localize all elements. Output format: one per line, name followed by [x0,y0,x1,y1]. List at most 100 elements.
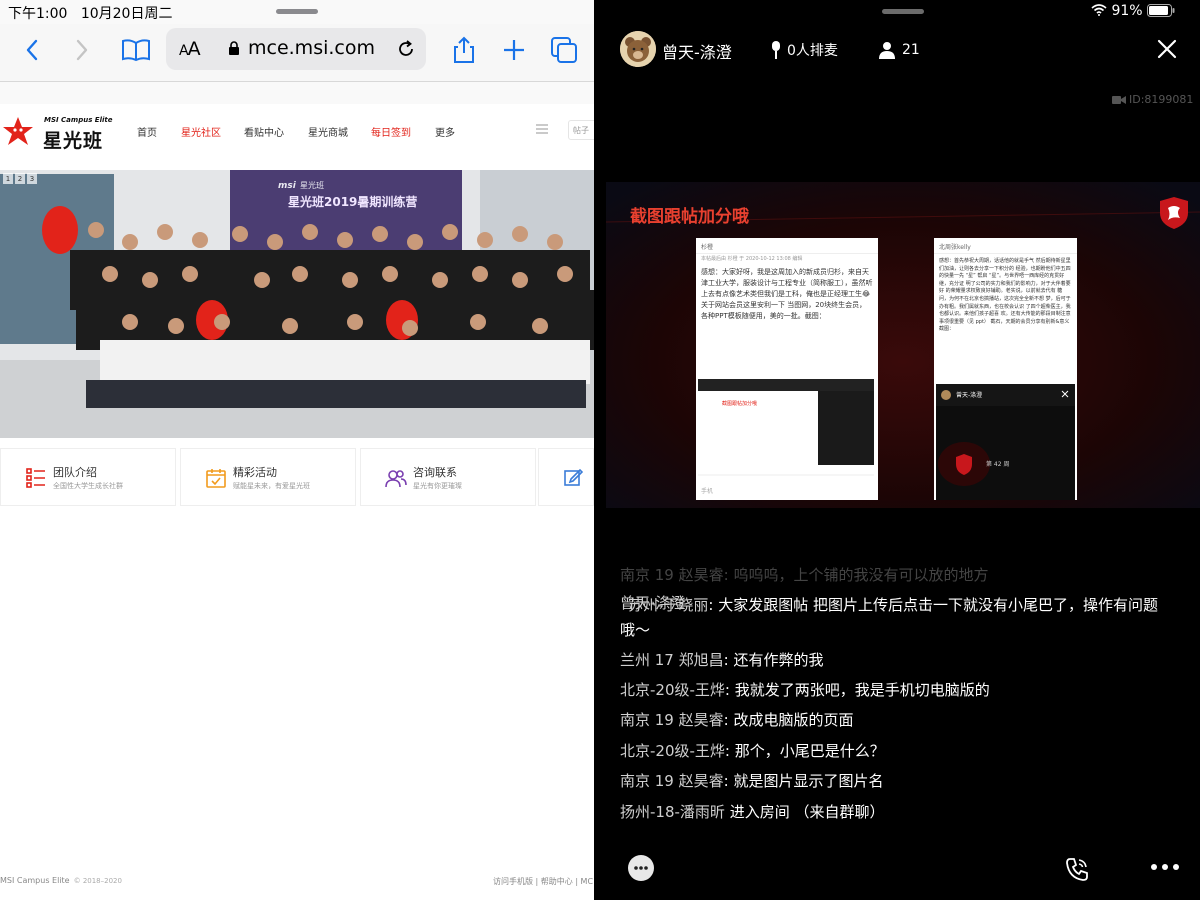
forward-button[interactable] [66,34,98,66]
chat-message: 南京 19 赵昊睿: 就是图片显示了图片名 [620,766,883,796]
safari-pane: 下午1:00 10月20日周二 AA mce.msi.com MSI Campu… [0,0,594,900]
nav-daily-checkin[interactable]: 每日签到 [371,124,411,139]
chat-user[interactable]: 苏州-于晓丽 [628,596,708,614]
footer-brand: MSI Campus Elite © 2018–2020 [0,876,122,885]
nav-more[interactable]: 更多 [435,124,455,139]
chat-sep: : [724,681,735,699]
carousel-dot-3[interactable]: 3 [27,173,37,184]
chat-user[interactable]: 北京-20级-王烨 [620,742,725,760]
site-header: MSI Campus Elite 星光班 首页 星光社区 看贴中心 星光商城 每… [0,104,594,156]
shot1-header: 杉橙 [696,238,878,254]
person-icon [879,42,895,59]
shot2-author: 北周张kelly [939,244,971,251]
feature-cards: 团队介绍 全国性大学生成长社群 精彩活动 赋能星未来，有爱星光班 咨询联系 星光… [0,448,594,506]
banner-brand-text: msi [278,181,297,191]
shared-slide-title: 截图跟帖加分哦 [630,207,749,227]
lock-icon [229,41,239,55]
chat-sep: : [723,711,734,729]
reload-icon[interactable] [396,39,416,59]
battery-icon [1147,4,1175,17]
book-icon [122,39,150,62]
chat-system-message: 扬州-18-潘雨昕 进入房间 （来自群聊） [620,797,884,827]
chat-message: 苏州-于晓丽: 大家发跟图帖 把图片上传后点击一下就没有小尾巴了，操作有问题 [628,590,1158,620]
chat-text: 那个，小尾巴是什么？ [734,742,885,760]
new-tab-button[interactable] [498,34,530,66]
phone-call-icon[interactable] [1064,856,1090,882]
nav-community[interactable]: 星光社区 [181,124,221,139]
feature-edit[interactable] [538,448,594,506]
bookmarks-button[interactable] [120,34,152,66]
online-users-button[interactable]: 21 [878,40,920,60]
shot2-inner-week: 第 42 周 [986,460,1009,468]
multitask-grabber[interactable] [882,9,924,14]
nav-mall[interactable]: 星光商城 [308,124,348,139]
star-mascot-icon [3,117,33,145]
address-bar[interactable]: AA mce.msi.com [166,28,426,70]
feature-title: 团队介绍 [53,466,97,479]
carousel-dot-2[interactable]: 2 [15,173,25,184]
chat-user[interactable]: 南京 19 赵昊睿 [620,772,724,790]
post-button[interactable]: 帖子 [568,120,594,140]
close-icon[interactable] [1156,38,1178,60]
chat-text: 大家发跟图帖 把图片上传后点击一下就没有小尾巴了，操作有问题 [718,596,1159,614]
room-header: 曾天-涤澄 0人排麦 21 [594,28,1200,72]
host-avatar[interactable] [620,31,656,67]
chat-button[interactable] [628,855,654,881]
list-view-icon[interactable] [536,124,548,134]
carousel-dot-1[interactable]: 1 [3,173,13,184]
feature-subtitle: 赋能星未来，有爱星光班 [233,482,310,490]
chat-message: 南京 19 赵昊睿: 改成电脑版的页面 [620,705,853,735]
footer-copyright: © 2018–2020 [73,877,122,885]
share-button[interactable] [448,34,480,66]
chat-user[interactable]: 扬州-18-潘雨昕 [620,803,725,821]
group-photo: msi 星光班 星光班2019暑期训练营 [0,170,594,438]
room-bottom-bar [594,850,1200,890]
mic-queue-button[interactable]: 0人排麦 [770,40,838,60]
feature-team-intro[interactable]: 团队介绍 全国性大学生成长社群 [0,448,176,506]
back-button[interactable] [16,34,48,66]
tabs-overview-button[interactable] [548,34,580,66]
tabs-icon [551,37,577,63]
logo-chinese-text: 星光班 [43,130,104,152]
status-time: 下午1:00 10月20日周二 [8,3,172,23]
host-name[interactable]: 曾天-涤澄 [662,39,732,63]
bear-avatar-icon [620,31,656,67]
chat-sep: : [723,651,734,669]
nav-home[interactable]: 首页 [137,124,157,139]
people-icon [385,470,407,488]
feature-activities[interactable]: 精彩活动 赋能星未来，有爱星光班 [180,448,356,506]
site-logo[interactable]: MSI Campus Elite 星光班 [2,114,122,152]
chat-user[interactable]: 南京 19 赵昊睿 [620,711,724,729]
date-text: 10月20日周二 [80,6,173,22]
plus-icon [504,40,524,60]
text-size-button[interactable]: AA [179,38,201,60]
shot2-body: 感想：首先恭祝大周期，话话他的就是手气 然后期待新星里们加油，让则各去分享一下积… [939,258,1071,333]
share-icon [454,36,474,63]
shared-screen[interactable]: 截图跟帖加分哦 杉橙 本帖最后由 杉橙 于 2020-10-12 13:08 编… [606,182,1200,508]
room-id-text: ID:8199081 [1129,93,1194,106]
feature-contact[interactable]: 咨询联系 星光有你更璀璨 [360,448,536,506]
shot1-footer: 手机 [701,488,714,495]
faded-chat-message: 南京 19 赵昊睿: 呜呜呜，上个铺的我没有可以放的地方 [620,566,989,584]
multitask-grabber[interactable] [276,9,318,14]
feature-title: 精彩活动 [233,466,277,479]
status-bar-right: 91% [594,0,1200,24]
screenshot-card-1: 杉橙 本帖最后由 杉橙 于 2020-10-12 13:08 编辑 感想：大家好… [696,238,878,500]
shot1-meta: 本帖最后由 杉橙 于 2020-10-12 13:08 编辑 [701,256,803,262]
feature-title: 咨询联系 [413,466,457,479]
footer-links[interactable]: 访问手机版 | 帮助中心 | MC [493,876,593,887]
nav-post-center[interactable]: 看贴中心 [244,124,284,139]
user-count: 21 [902,42,920,58]
shot1-inner-title: 截图跟帖加分哦 [722,400,757,407]
banner-caption: 星光班2019暑期训练营 [288,194,417,209]
footer-brand-text: MSI Campus Elite [0,876,70,885]
shot1-body: 感想：大家好呀，我是这周加入的新成员归杉，来自天津工业大学，服装设计与工程专业（… [701,268,873,320]
chat-user[interactable]: 北京-20级-王烨 [620,681,725,699]
banner-carousel[interactable]: msi 星光班 星光班2019暑期训练营 1 2 3 [0,170,594,438]
chat-user[interactable]: 兰州 17 郑旭昌 [620,651,724,669]
shot2-embedded-image: 曾天-涤澄 第 42 周 [936,384,1075,500]
chat-text: 哦～ [620,621,651,639]
status-bar: 下午1:00 10月20日周二 [0,0,594,24]
chat-area: 南京 19 赵昊睿: 呜呜呜，上个铺的我没有可以放的地方 曾天-涤澄 苏州-于晓… [620,560,1200,830]
more-icon[interactable] [1150,862,1180,872]
